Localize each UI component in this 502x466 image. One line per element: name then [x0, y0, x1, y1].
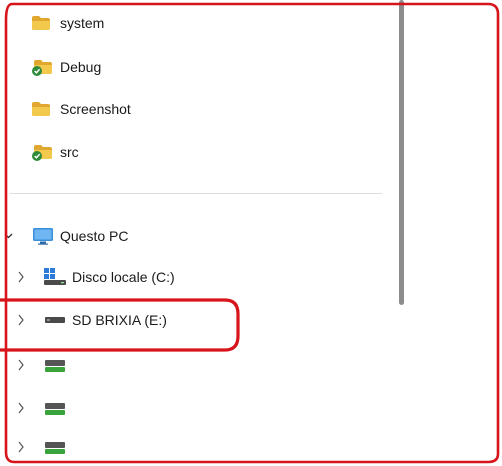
synced-folder-icon [32, 145, 52, 161]
navigation-scrollbar[interactable] [399, 0, 404, 305]
folder-icon [32, 16, 50, 30]
nav-item-label: Questo PC [60, 228, 129, 244]
nav-item-label: SD BRIXIA (E:) [72, 312, 167, 328]
removable-drive-icon [45, 317, 65, 323]
network-drive-icon [45, 360, 65, 372]
chevron-right-icon[interactable] [16, 313, 26, 327]
nav-item-label: system [60, 15, 105, 31]
nav-item-drive-e[interactable]: SD BRIXIA (E:) [0, 305, 390, 335]
monitor-icon [33, 228, 53, 245]
chevron-right-icon[interactable] [16, 401, 26, 415]
file-explorer-window: system Debug Screenshot src Questo PC Di… [0, 0, 502, 466]
chevron-right-icon[interactable] [16, 270, 26, 284]
nav-item-debug[interactable]: Debug [0, 52, 390, 82]
chevron-down-icon[interactable] [4, 229, 14, 243]
chevron-right-icon[interactable] [16, 358, 26, 372]
chevron-right-icon[interactable] [16, 440, 26, 454]
synced-folder-icon [32, 60, 52, 76]
network-drive-icon [45, 442, 65, 454]
folder-icon [32, 102, 50, 116]
section-divider [10, 193, 382, 194]
navigation-pane: system Debug Screenshot src Questo PC Di… [0, 0, 398, 466]
nav-item-system[interactable]: system [0, 8, 390, 38]
content-pane [414, 0, 502, 466]
nav-item-src[interactable]: src [0, 137, 390, 167]
nav-item-network-drive[interactable] [0, 393, 390, 423]
nav-item-network-drive[interactable] [0, 350, 390, 380]
network-drive-icon [45, 403, 65, 415]
nav-item-label: Disco locale (C:) [72, 269, 175, 285]
nav-item-network-drive[interactable] [0, 432, 390, 462]
nav-item-screenshot[interactable]: Screenshot [0, 94, 390, 124]
nav-item-this-pc[interactable]: Questo PC [0, 221, 390, 251]
nav-item-label: Debug [60, 59, 102, 75]
system-drive-icon [44, 268, 66, 285]
nav-item-drive-c[interactable]: Disco locale (C:) [0, 262, 390, 292]
nav-item-label: src [60, 144, 79, 160]
nav-item-label: Screenshot [60, 101, 131, 117]
